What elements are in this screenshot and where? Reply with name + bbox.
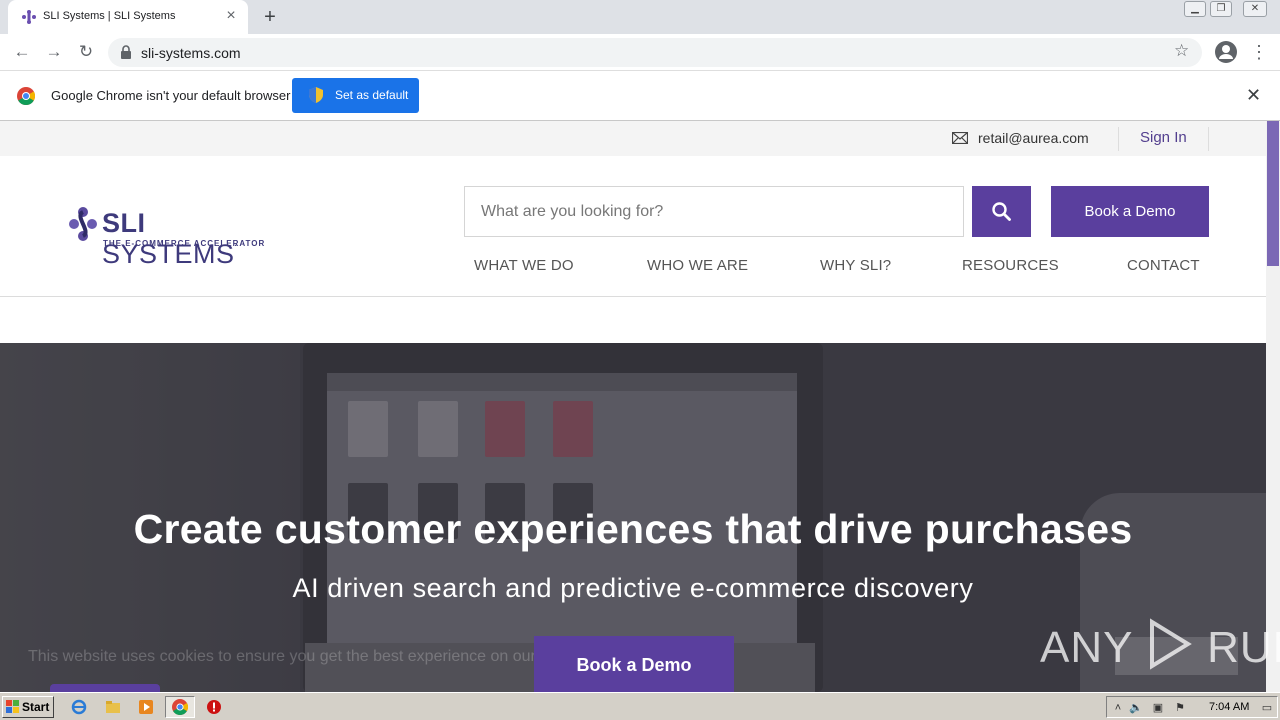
anyrun-watermark: ANY RUN [1040,610,1280,672]
restore-button[interactable]: ❐ [1210,1,1232,17]
browser-toolbar: ← → ↻ sli-systems.com ☆ ⋮ [0,34,1280,71]
logo-name-bold: SLI [102,208,146,238]
tray-expand-icon[interactable]: ˄ [1111,701,1125,715]
address-bar[interactable]: sli-systems.com ☆ [108,38,1202,67]
tab-strip: SLI Systems | SLI Systems × + ▁ ❐ ✕ [0,0,1280,34]
cookie-accept-button[interactable] [50,684,160,692]
profile-avatar-icon[interactable] [1215,41,1237,63]
sli-favicon-icon [22,10,36,24]
window-close-button[interactable]: ✕ [1243,1,1267,17]
minimize-button[interactable]: ▁ [1184,1,1206,17]
network-icon[interactable]: ▣ [1151,701,1165,715]
uac-shield-icon [309,87,323,103]
chrome-taskbar-button[interactable] [165,696,195,718]
sli-systems-logo[interactable]: SLI SYSTEMS. THE E-COMMERCE ACCELERATOR [68,204,268,269]
reload-icon[interactable]: ↻ [74,40,98,64]
search-button[interactable] [972,186,1031,237]
site-header: SLI SYSTEMS. THE E-COMMERCE ACCELERATOR … [0,156,1266,297]
web-page: retail@aurea.com Sign In SLI SYSTEMS. TH… [0,121,1266,692]
windows-taskbar: Start ˄ 🔈 ▣ ⚑ 7:04 AM ▭ [0,692,1280,720]
book-a-demo-button[interactable]: Book a Demo [1051,186,1209,237]
show-desktop-icon[interactable]: ▭ [1260,701,1274,715]
sign-in-link[interactable]: Sign In [1140,129,1187,146]
tab-title: SLI Systems | SLI Systems [43,10,176,22]
set-as-default-label: Set as default [335,88,409,102]
infobar-message: Google Chrome isn't your default browser [51,88,291,103]
chrome-menu-icon[interactable]: ⋮ [1249,40,1269,64]
bookmark-star-icon[interactable]: ☆ [1174,41,1189,61]
folder-icon[interactable] [105,699,121,715]
start-label: Start [22,700,50,714]
watermark-text-left: ANY [1040,623,1133,672]
nav-what-we-do[interactable]: WHAT WE DO [474,257,574,274]
sli-logo-mark-icon [69,207,97,241]
start-button[interactable]: Start [2,696,54,718]
play-triangle-icon [1149,618,1192,670]
system-tray: ˄ 🔈 ▣ ⚑ 7:04 AM ▭ [1106,696,1278,718]
nav-contact[interactable]: CONTACT [1127,257,1200,274]
url-text: sli-systems.com [141,45,241,61]
divider [1208,127,1209,151]
nav-resources[interactable]: RESOURCES [962,257,1059,274]
chrome-taskbar-icon [172,699,188,715]
site-search-input[interactable] [465,187,963,236]
windows-logo-icon [6,700,19,713]
hero-book-a-demo-button[interactable]: Book a Demo [534,636,734,692]
page-scrollbar[interactable] [1266,121,1280,692]
browser-tab[interactable]: SLI Systems | SLI Systems × [8,0,248,34]
site-search-box [464,186,964,237]
contact-email-link[interactable]: retail@aurea.com [978,130,1089,146]
forward-arrow-icon[interactable]: → [42,40,66,64]
logo-tagline: THE E-COMMERCE ACCELERATOR [103,239,266,248]
lock-icon [121,45,131,59]
nav-why-sli[interactable]: WHY SLI? [820,257,891,274]
tab-close-icon[interactable]: × [222,7,240,25]
nav-who-we-are[interactable]: WHO WE ARE [647,257,748,274]
tray-clock[interactable]: 7:04 AM [1209,701,1249,713]
infobar-close-icon[interactable]: ✕ [1246,85,1261,106]
volume-icon[interactable]: 🔈 [1129,701,1143,715]
action-center-flag-icon[interactable]: ⚑ [1173,701,1187,715]
mail-icon [952,132,968,144]
utility-bar: retail@aurea.com Sign In [0,121,1266,156]
back-arrow-icon[interactable]: ← [10,40,34,64]
scrollbar-thumb[interactable] [1267,121,1279,266]
new-tab-button[interactable]: + [258,6,282,28]
hero-headline: Create customer experiences that drive p… [133,506,1133,552]
watermark-text-right: RUN [1207,623,1280,672]
divider [1118,127,1119,151]
hero-subheadline: AI driven search and predictive e-commer… [292,573,974,603]
internet-explorer-icon[interactable] [71,699,87,715]
stop-sign-icon[interactable] [206,699,222,715]
set-as-default-button[interactable]: Set as default [292,78,419,113]
chrome-logo-icon [17,87,35,105]
default-browser-infobar: Google Chrome isn't your default browser… [0,71,1280,121]
media-player-icon[interactable] [138,699,154,715]
search-icon [992,202,1011,221]
